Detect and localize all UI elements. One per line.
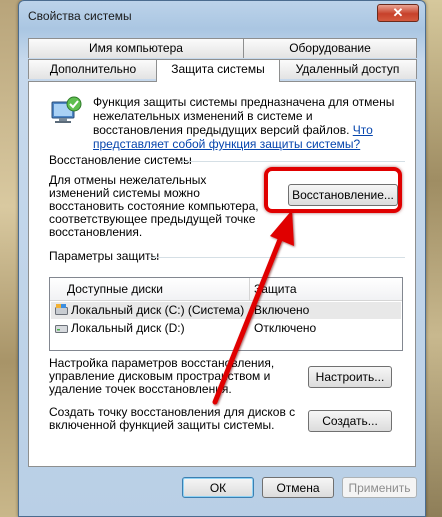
tab-remote[interactable]: Удаленный доступ <box>278 59 417 79</box>
section-divider <box>181 161 405 162</box>
create-button[interactable]: Создать... <box>308 410 392 432</box>
system-drive-icon <box>55 304 68 315</box>
disk-list[interactable]: Доступные диски Защита Локальный диск (C… <box>49 277 403 351</box>
column-header-protection[interactable]: Защита <box>254 282 297 297</box>
restore-section-title: Восстановление системы <box>49 153 192 167</box>
column-header-disks[interactable]: Доступные диски <box>67 282 163 297</box>
create-description: Создать точку восстановления для дисков … <box>49 405 296 432</box>
tab-label: Имя компьютера <box>89 41 183 55</box>
info-text: Функция защиты системы предназначена для… <box>93 95 395 137</box>
tab-computer-name[interactable]: Имя компьютера <box>28 38 244 58</box>
window-title: Свойства системы <box>28 9 132 23</box>
drive-icon <box>55 325 68 333</box>
tab-label: Удаленный доступ <box>295 62 400 76</box>
tab-label: Дополнительно <box>49 62 137 76</box>
section-divider <box>149 257 405 258</box>
close-icon: ✕ <box>392 5 404 20</box>
close-button[interactable]: ✕ <box>377 4 419 22</box>
tab-advanced[interactable]: Дополнительно <box>28 59 158 79</box>
info-description: Функция защиты системы предназначена для… <box>93 95 403 151</box>
tab-system-protection[interactable]: Защита системы <box>156 59 280 82</box>
tab-hardware[interactable]: Оборудование <box>243 38 417 58</box>
configure-description: Настройка параметров восстановления, упр… <box>49 356 275 396</box>
tab-label: Оборудование <box>289 41 371 55</box>
column-separator <box>249 278 250 300</box>
disk-protection-status: Включено <box>254 303 310 317</box>
computer-shield-icon <box>51 96 82 123</box>
system-protection-panel: Функция защиты системы предназначена для… <box>28 81 416 467</box>
disk-name: Локальный диск (C:) (Система) <box>71 303 245 317</box>
protection-section-title: Параметры защиты <box>49 249 160 263</box>
disk-row[interactable]: Локальный диск (D:) Отключено <box>51 320 401 337</box>
system-restore-button[interactable]: Восстановление... <box>288 184 398 206</box>
disk-name: Локальный диск (D:) <box>71 321 185 335</box>
cancel-button[interactable]: Отмена <box>262 477 334 498</box>
ok-button[interactable]: ОК <box>182 477 254 498</box>
apply-button[interactable]: Применить <box>342 477 417 498</box>
disk-row[interactable]: Локальный диск (C:) (Система) Включено <box>51 302 401 319</box>
disk-protection-status: Отключено <box>254 321 317 335</box>
restore-description: Для отмены нежелательных изменений систе… <box>49 173 259 239</box>
tab-label: Защита системы <box>171 62 265 76</box>
configure-button[interactable]: Настроить... <box>308 366 392 388</box>
system-properties-window: Свойства системы ✕ Имя компьютера Оборуд… <box>18 0 426 517</box>
disk-list-header: Доступные диски Защита <box>50 278 402 301</box>
